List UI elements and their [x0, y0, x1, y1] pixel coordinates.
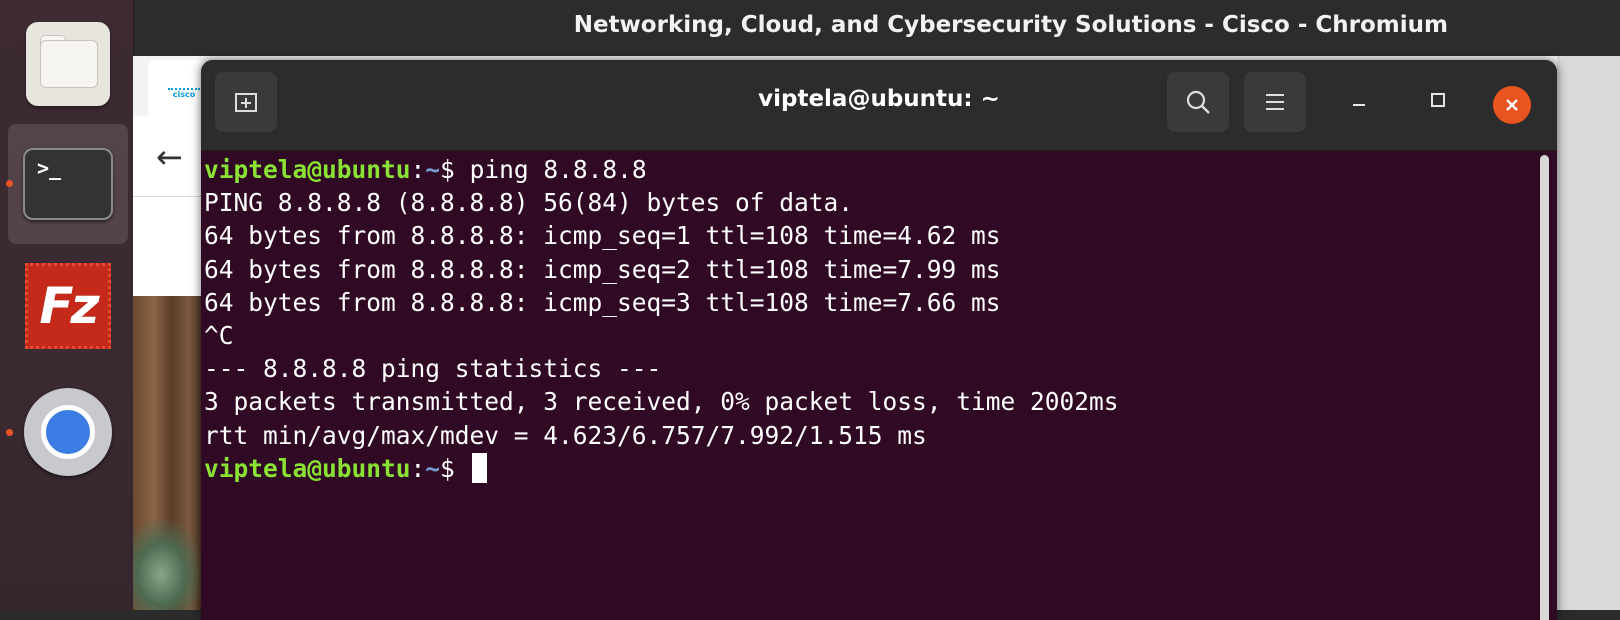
- terminal-line-prompt[interactable]: viptela@ubuntu:~$: [204, 452, 1537, 485]
- minimize-button[interactable]: [1341, 82, 1377, 118]
- cisco-favicon-icon: cisco: [166, 80, 202, 100]
- prompt-separator: :: [410, 155, 426, 184]
- search-button[interactable]: [1167, 72, 1229, 132]
- terminal-output-line: rtt min/avg/max/mdev = 4.623/6.757/7.992…: [204, 420, 927, 450]
- prompt-symbol: $: [440, 453, 470, 483]
- chromium-icon: [24, 388, 112, 476]
- terminal-window[interactable]: viptela@ubuntu: ~ viptela@ubuntu:~$ ping…: [201, 60, 1557, 620]
- terminal-output-line: 64 bytes from 8.8.8.8: icmp_seq=2 ttl=10…: [204, 254, 1001, 284]
- terminal-output-line: 3 packets transmitted, 3 received, 0% pa…: [204, 387, 1119, 417]
- terminal-output-line: ^C: [204, 321, 234, 351]
- search-icon: [1186, 90, 1210, 114]
- hamburger-menu-icon: [1266, 94, 1284, 110]
- active-window-title: Networking, Cloud, and Cybersecurity Sol…: [573, 12, 1448, 38]
- page-background-plant: [133, 520, 203, 610]
- dock-item-terminal[interactable]: >_: [6, 124, 128, 244]
- dock-item-files[interactable]: [8, 4, 128, 124]
- prompt-path: ~: [425, 155, 441, 184]
- prompt-symbol: $: [440, 155, 470, 184]
- prompt-path: ~: [425, 453, 441, 483]
- terminal-output-line: PING 8.8.8.8 (8.8.8.8) 56(84) bytes of d…: [204, 188, 854, 218]
- terminal-icon: >_: [23, 148, 113, 220]
- cisco-favicon-text: cisco: [172, 90, 196, 99]
- terminal-scrollbar[interactable]: [1540, 155, 1549, 620]
- terminal-output-line: 64 bytes from 8.8.8.8: icmp_seq=1 ttl=10…: [204, 221, 1001, 251]
- top-bar: Networking, Cloud, and Cybersecurity Sol…: [133, 0, 1620, 56]
- prompt-user-host: viptela@ubuntu: [204, 155, 411, 184]
- browser-page-edge: [1557, 56, 1620, 610]
- prompt-user-host: viptela@ubuntu: [204, 453, 411, 483]
- dock-item-filezilla[interactable]: Fz: [8, 246, 128, 366]
- terminal-output-line: 64 bytes from 8.8.8.8: icmp_seq=3 ttl=10…: [204, 287, 1001, 317]
- dock: >_ Fz: [0, 0, 134, 610]
- close-button[interactable]: [1493, 86, 1531, 124]
- minimize-icon: [1353, 104, 1365, 106]
- running-indicator: [6, 429, 13, 436]
- text-cursor: [471, 452, 487, 483]
- maximize-button[interactable]: [1420, 82, 1456, 118]
- menu-button[interactable]: [1244, 72, 1306, 132]
- prompt-separator: :: [410, 453, 426, 483]
- files-icon: [26, 22, 110, 106]
- terminal-header-bar[interactable]: viptela@ubuntu: ~: [201, 60, 1557, 151]
- filezilla-icon-text: Fz: [39, 277, 99, 335]
- command-text: ping 8.8.8.8: [469, 155, 647, 184]
- terminal-line-command: viptela@ubuntu:~$ ping 8.8.8.8: [204, 153, 1537, 186]
- close-icon: [1506, 99, 1518, 111]
- terminal-output[interactable]: viptela@ubuntu:~$ ping 8.8.8.8 PING 8.8.8…: [204, 153, 1537, 620]
- running-indicator: [6, 180, 13, 187]
- dock-item-chromium[interactable]: [6, 372, 128, 492]
- terminal-output-line: --- 8.8.8.8 ping statistics ---: [204, 354, 662, 384]
- arrow-left-icon[interactable]: ←: [156, 138, 183, 176]
- maximize-icon: [1431, 93, 1445, 107]
- filezilla-icon: Fz: [25, 263, 111, 349]
